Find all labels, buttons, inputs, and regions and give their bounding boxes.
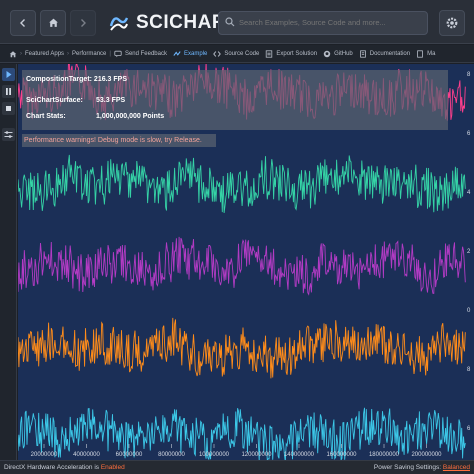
status-right: Power Saving Settings: Balanced xyxy=(374,461,470,474)
breadcrumb: › Featured Apps › Performance | Send Fee… xyxy=(0,45,474,63)
breadcrumb-label: Documentation xyxy=(369,50,411,57)
doc-icon xyxy=(359,49,366,58)
y-axis: 8 6 4 2 0 8 6 xyxy=(466,64,474,460)
x-axis-tick-label: 40000000 xyxy=(73,452,100,458)
sliders-icon xyxy=(4,131,13,138)
breadcrumb-performance[interactable]: Performance xyxy=(69,51,109,57)
breadcrumb-label: Send Feedback xyxy=(124,50,167,57)
x-axis-tick-label: 180000000 xyxy=(369,452,400,458)
x-axis-tick-label: 60000000 xyxy=(116,452,143,458)
status-left: DirectX Hardware Acceleration is Enabled xyxy=(4,461,125,474)
chevron-left-icon xyxy=(20,19,25,27)
x-axis-tick-label: 80000000 xyxy=(158,452,185,458)
scichart-logo-icon xyxy=(109,17,129,31)
series-line-3 xyxy=(18,317,466,379)
x-axis-tick-label: 100000000 xyxy=(199,452,230,458)
play-icon xyxy=(6,71,12,78)
search-box[interactable] xyxy=(218,11,428,35)
stop-icon xyxy=(6,106,11,111)
play-button[interactable] xyxy=(2,68,15,81)
y-axis-tick-label: 8 xyxy=(467,367,471,373)
chart-stats-value: 1,000,000,000 Points xyxy=(96,113,165,120)
pause-icon xyxy=(6,88,11,95)
back-button[interactable] xyxy=(10,10,36,36)
x-axis-tick-label: 20000000 xyxy=(31,452,58,458)
home-button[interactable] xyxy=(40,10,66,36)
x-axis-tick-label: 200000000 xyxy=(411,452,442,458)
hw-accel-value[interactable]: Enabled xyxy=(101,464,125,471)
breadcrumb-label: GitHub xyxy=(334,50,353,57)
breadcrumb-label: Export Solution xyxy=(276,50,318,57)
file-icon xyxy=(417,49,423,58)
chevron-right-icon xyxy=(81,19,86,27)
more-link[interactable]: Ma xyxy=(413,49,438,58)
home-icon xyxy=(48,18,58,27)
documentation-link[interactable]: Documentation xyxy=(356,49,413,58)
tab-example[interactable]: Example xyxy=(170,50,210,58)
series-line-2 xyxy=(18,236,466,296)
stop-button[interactable] xyxy=(2,102,15,115)
search-input[interactable] xyxy=(239,18,419,27)
power-saving-value[interactable]: Balanced xyxy=(443,464,470,471)
y-axis-tick-label: 6 xyxy=(467,426,471,432)
github-link[interactable]: GitHub xyxy=(320,50,356,58)
pause-button[interactable] xyxy=(2,85,15,98)
breadcrumb-label: Featured Apps xyxy=(25,50,65,57)
status-bar: DirectX Hardware Acceleration is Enabled… xyxy=(0,460,474,474)
y-axis-tick-label: 8 xyxy=(467,72,471,78)
code-icon xyxy=(213,50,222,57)
home-icon xyxy=(9,50,17,57)
y-axis-labels: 8 6 4 2 0 8 6 xyxy=(467,72,471,432)
x-axis-tick-label: 140000000 xyxy=(284,452,315,458)
power-saving-label: Power Saving Settings: xyxy=(373,464,442,471)
breadcrumb-label: Source Code xyxy=(224,50,260,57)
settings-button[interactable] xyxy=(439,10,465,36)
breadcrumb-home[interactable] xyxy=(0,50,20,58)
export-solution-link[interactable]: Export Solution xyxy=(262,49,320,58)
hw-accel-label: DirectX Hardware Acceleration is xyxy=(4,464,100,471)
surface-fps-label: SciChartSurface: xyxy=(26,97,83,104)
tab-source-code[interactable]: Source Code xyxy=(210,50,262,58)
composition-target-fps: CompositionTarget: 216.3 FPS xyxy=(26,76,127,83)
feedback-icon xyxy=(114,50,122,57)
chart-icon xyxy=(173,50,181,56)
y-axis-tick-label: 6 xyxy=(467,131,471,137)
gear-icon xyxy=(446,17,458,29)
top-toolbar: SCICHART xyxy=(0,0,474,44)
surface-fps-value: 53.3 FPS xyxy=(96,97,126,104)
export-icon xyxy=(266,49,273,58)
search-icon xyxy=(225,17,235,27)
y-axis-tick-label: 0 xyxy=(467,308,471,314)
settings-toggle-button[interactable] xyxy=(2,128,15,141)
series-line-1 xyxy=(18,154,466,214)
breadcrumb-label: Ma xyxy=(427,50,436,57)
send-feedback-link[interactable]: Send Feedback xyxy=(111,50,170,58)
github-icon xyxy=(323,50,331,57)
x-axis-tick-label: 120000000 xyxy=(241,452,272,458)
chart-stats-label: Chart Stats: xyxy=(26,113,66,120)
x-axis-tick-label: 160000000 xyxy=(326,452,357,458)
breadcrumb-label: Example xyxy=(183,50,208,57)
breadcrumb-label: Performance xyxy=(72,50,107,57)
performance-warning: Performance warnings! Debug mode is slow… xyxy=(22,134,216,147)
y-axis-tick-label: 4 xyxy=(467,190,471,196)
forward-button[interactable] xyxy=(70,10,96,36)
y-axis-tick-label: 2 xyxy=(467,249,471,255)
left-toolbar xyxy=(0,64,17,460)
stats-overlay: CompositionTarget: 216.3 FPS SciChartSur… xyxy=(22,70,448,130)
breadcrumb-featured-apps[interactable]: Featured Apps xyxy=(22,51,67,57)
